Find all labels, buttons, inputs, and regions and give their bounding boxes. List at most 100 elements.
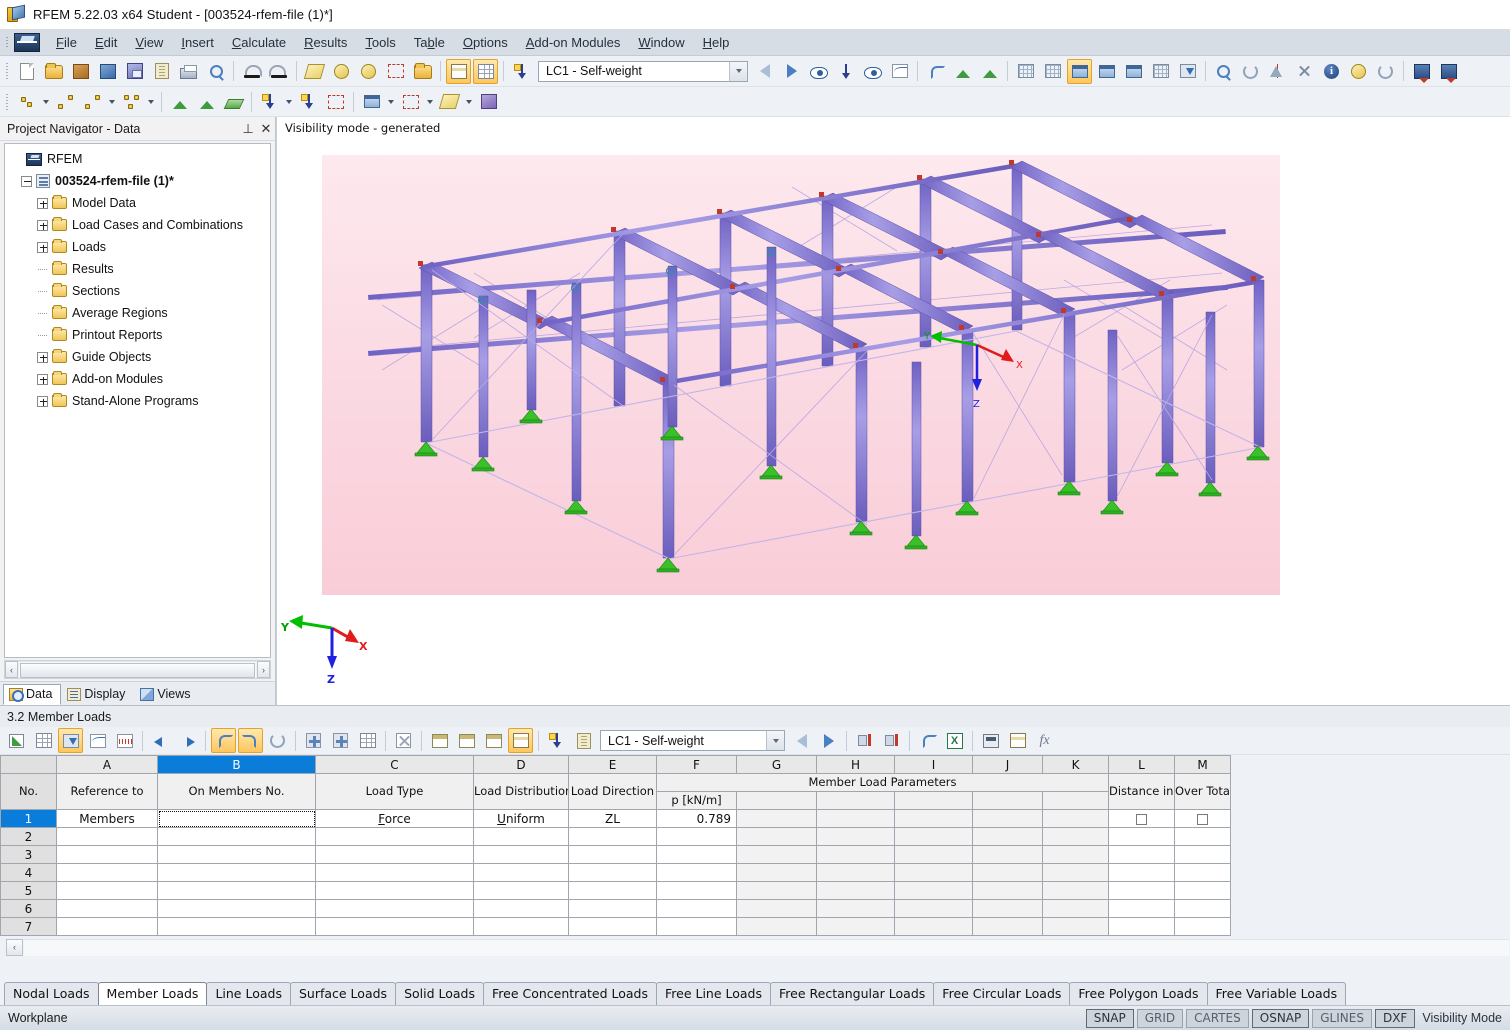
cell-on-members-no[interactable] bbox=[157, 827, 316, 846]
sort-asc-icon[interactable] bbox=[852, 728, 877, 753]
cell-i[interactable] bbox=[894, 845, 973, 864]
menu-grip[interactable] bbox=[4, 34, 11, 52]
cell-i[interactable] bbox=[894, 809, 973, 828]
cell-reference-to[interactable]: Members bbox=[56, 809, 158, 828]
tab-free-line-loads[interactable]: Free Line Loads bbox=[655, 982, 772, 1005]
expander-plus-icon[interactable] bbox=[37, 395, 48, 407]
cell-i[interactable] bbox=[894, 863, 973, 882]
next-table-icon[interactable] bbox=[175, 728, 200, 753]
table-redo-icon[interactable] bbox=[238, 728, 263, 753]
rename-icon[interactable] bbox=[1005, 728, 1030, 753]
cell-i[interactable] bbox=[894, 917, 973, 936]
cell-load-direction[interactable] bbox=[568, 827, 657, 846]
column-letter-m[interactable]: M bbox=[1174, 755, 1231, 774]
status-cartes[interactable]: CARTES bbox=[1186, 1008, 1249, 1028]
cell-h[interactable] bbox=[816, 809, 895, 828]
column-letter-a[interactable]: A bbox=[56, 755, 158, 774]
cell-j[interactable] bbox=[972, 917, 1043, 936]
cell-load-distribution[interactable] bbox=[473, 881, 569, 900]
cell-distance[interactable] bbox=[1108, 863, 1175, 882]
member-loads-table[interactable]: A B C D E F G H I J K L M No. Reference … bbox=[0, 755, 1231, 936]
cell-reference-to[interactable] bbox=[56, 827, 158, 846]
table-load-case-select[interactable]: LC1 - Self-weight bbox=[600, 730, 785, 751]
cell-p-value[interactable] bbox=[656, 917, 737, 936]
tree-item-average-regions[interactable]: Average Regions bbox=[9, 302, 268, 324]
col-edit-icon[interactable] bbox=[481, 728, 506, 753]
cell-load-type[interactable] bbox=[315, 899, 474, 918]
tab-member-loads[interactable]: Member Loads bbox=[97, 982, 208, 1005]
table-row[interactable]: 1 Members Force Uniform ZL 0.789 bbox=[0, 809, 1231, 828]
cell-load-type[interactable] bbox=[315, 827, 474, 846]
cell-k[interactable] bbox=[1042, 881, 1109, 900]
column-letter-b[interactable]: B bbox=[157, 755, 316, 774]
cell-h[interactable] bbox=[816, 845, 895, 864]
chevron-down-icon[interactable] bbox=[766, 731, 784, 750]
member-icon[interactable] bbox=[80, 89, 105, 114]
support-forces-icon[interactable] bbox=[950, 59, 975, 84]
tree-item-stand-alone-programs[interactable]: Stand-Alone Programs bbox=[9, 390, 268, 412]
formula-icon[interactable]: fx bbox=[1032, 728, 1057, 753]
tab-nodal-loads[interactable]: Nodal Loads bbox=[4, 982, 99, 1005]
save-icon[interactable] bbox=[122, 59, 147, 84]
cell-h[interactable] bbox=[816, 917, 895, 936]
tab-free-concentrated-loads[interactable]: Free Concentrated Loads bbox=[483, 982, 657, 1005]
next-load-case-button[interactable] bbox=[779, 59, 804, 84]
cell-over-total-length[interactable] bbox=[1174, 827, 1231, 846]
cut-icon[interactable] bbox=[476, 89, 501, 114]
status-glines[interactable]: GLINES bbox=[1312, 1008, 1372, 1028]
expander-plus-icon[interactable] bbox=[37, 241, 48, 253]
cell-p-value[interactable]: 0.789 bbox=[656, 809, 737, 828]
row-number[interactable]: 5 bbox=[0, 881, 57, 900]
column-letter-e[interactable]: E bbox=[568, 755, 657, 774]
cell-i[interactable] bbox=[894, 827, 973, 846]
menu-item-options[interactable]: Options bbox=[454, 32, 517, 53]
display-results-icon[interactable] bbox=[860, 59, 885, 84]
model-canvas[interactable]: Y X Z bbox=[322, 155, 1280, 595]
table-wave-icon[interactable] bbox=[112, 728, 137, 753]
close-icon[interactable]: ✕ bbox=[257, 121, 275, 137]
delete-row-icon[interactable] bbox=[391, 728, 416, 753]
cell-p-value[interactable] bbox=[656, 881, 737, 900]
status-grid[interactable]: GRID bbox=[1136, 1008, 1184, 1028]
options-row-icon[interactable] bbox=[355, 728, 380, 753]
add-row-icon[interactable] bbox=[301, 728, 326, 753]
sort-desc-icon[interactable] bbox=[879, 728, 904, 753]
table-row[interactable]: 6 bbox=[0, 899, 1231, 918]
cell-over-total-length[interactable] bbox=[1174, 881, 1231, 900]
menu-item-view[interactable]: View bbox=[126, 32, 172, 53]
toolbar-grip-1[interactable] bbox=[3, 61, 11, 81]
expander-plus-icon[interactable] bbox=[37, 351, 48, 363]
table-panel-icon[interactable] bbox=[446, 58, 471, 84]
menu-item-insert[interactable]: Insert bbox=[172, 32, 223, 53]
print-icon[interactable] bbox=[176, 59, 201, 84]
table-row[interactable]: 4 bbox=[0, 863, 1231, 882]
cell-distance[interactable] bbox=[1108, 917, 1175, 936]
cell-g[interactable] bbox=[736, 827, 817, 846]
delete-selection-icon[interactable] bbox=[1292, 59, 1317, 84]
load-case-new-icon[interactable] bbox=[509, 59, 534, 84]
scroll-track[interactable] bbox=[19, 661, 256, 678]
open-icon[interactable] bbox=[41, 59, 66, 84]
work-plane-icon[interactable] bbox=[302, 59, 327, 84]
cell-j[interactable] bbox=[972, 827, 1043, 846]
column-letter-i[interactable]: I bbox=[894, 755, 973, 774]
solid-dropdown-icon[interactable] bbox=[424, 89, 436, 114]
scroll-right-icon[interactable]: › bbox=[257, 661, 270, 678]
navigator-tab-data[interactable]: Data bbox=[3, 684, 62, 705]
nodal-load-dropdown-icon[interactable] bbox=[283, 89, 295, 114]
navigator-tab-display[interactable]: Display bbox=[61, 684, 134, 705]
nodal-support-icon[interactable] bbox=[167, 89, 192, 114]
info-icon[interactable]: i bbox=[1319, 59, 1344, 84]
line-icon[interactable] bbox=[53, 89, 78, 114]
column-letter-d[interactable]: D bbox=[473, 755, 569, 774]
checkbox[interactable] bbox=[1197, 813, 1208, 825]
cell-load-distribution[interactable] bbox=[473, 917, 569, 936]
tree-item-guide-objects[interactable]: Guide Objects bbox=[9, 346, 268, 368]
cell-load-type[interactable] bbox=[315, 863, 474, 882]
row-number[interactable]: 2 bbox=[0, 827, 57, 846]
cell-over-total-length[interactable] bbox=[1174, 845, 1231, 864]
section-view-icon[interactable] bbox=[1121, 59, 1146, 84]
wireframe-icon[interactable] bbox=[1040, 59, 1065, 84]
max-value-icon[interactable] bbox=[1436, 59, 1461, 84]
table-horizontal-scrollbar[interactable]: ‹ bbox=[0, 936, 1510, 958]
